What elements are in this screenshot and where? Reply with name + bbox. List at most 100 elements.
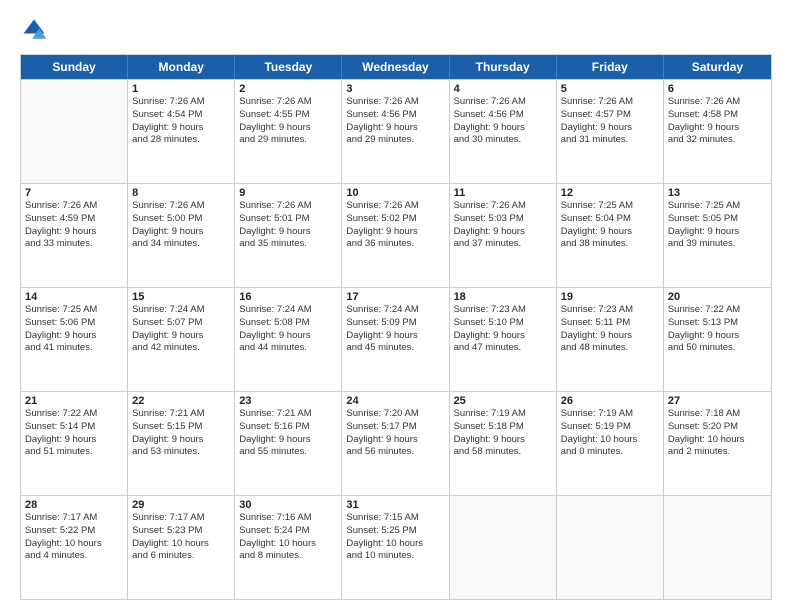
day-cell-5: 5Sunrise: 7:26 AMSunset: 4:57 PMDaylight… — [557, 80, 664, 183]
cell-info-line: Sunrise: 7:19 AM — [561, 408, 659, 421]
cell-info-line: Sunset: 5:02 PM — [346, 213, 444, 226]
cell-info-line: Daylight: 9 hours — [454, 226, 552, 239]
day-cell-13: 13Sunrise: 7:25 AMSunset: 5:05 PMDayligh… — [664, 184, 771, 287]
day-number: 5 — [561, 83, 659, 95]
cell-info-line: Daylight: 9 hours — [132, 330, 230, 343]
cell-info-line: and 8 minutes. — [239, 550, 337, 563]
cell-info-line: Sunset: 5:09 PM — [346, 317, 444, 330]
logo — [20, 16, 54, 44]
day-number: 14 — [25, 291, 123, 303]
cell-info-line: Sunrise: 7:21 AM — [239, 408, 337, 421]
cell-info-line: and 35 minutes. — [239, 238, 337, 251]
cell-info-line: Sunrise: 7:23 AM — [454, 304, 552, 317]
cell-info-line: Sunset: 5:22 PM — [25, 525, 123, 538]
cell-info-line: Sunrise: 7:15 AM — [346, 512, 444, 525]
day-cell-10: 10Sunrise: 7:26 AMSunset: 5:02 PMDayligh… — [342, 184, 449, 287]
calendar-row-0: 1Sunrise: 7:26 AMSunset: 4:54 PMDaylight… — [21, 79, 771, 183]
day-cell-18: 18Sunrise: 7:23 AMSunset: 5:10 PMDayligh… — [450, 288, 557, 391]
cell-info-line: Daylight: 10 hours — [346, 538, 444, 551]
day-cell-3: 3Sunrise: 7:26 AMSunset: 4:56 PMDaylight… — [342, 80, 449, 183]
cell-info-line: Daylight: 9 hours — [346, 122, 444, 135]
cell-info-line: and 10 minutes. — [346, 550, 444, 563]
cell-info-line: Sunrise: 7:24 AM — [132, 304, 230, 317]
calendar-body: 1Sunrise: 7:26 AMSunset: 4:54 PMDaylight… — [21, 79, 771, 599]
day-number: 20 — [668, 291, 767, 303]
day-cell-16: 16Sunrise: 7:24 AMSunset: 5:08 PMDayligh… — [235, 288, 342, 391]
cell-info-line: and 4 minutes. — [25, 550, 123, 563]
day-number: 23 — [239, 395, 337, 407]
cell-info-line: Sunrise: 7:26 AM — [132, 96, 230, 109]
cell-info-line: Daylight: 9 hours — [561, 330, 659, 343]
day-of-week-tuesday: Tuesday — [235, 55, 342, 79]
cell-info-line: Daylight: 9 hours — [668, 330, 767, 343]
cell-info-line: Sunset: 5:08 PM — [239, 317, 337, 330]
cell-info-line: Sunrise: 7:26 AM — [25, 200, 123, 213]
day-cell-8: 8Sunrise: 7:26 AMSunset: 5:00 PMDaylight… — [128, 184, 235, 287]
calendar-row-1: 7Sunrise: 7:26 AMSunset: 4:59 PMDaylight… — [21, 183, 771, 287]
cell-info-line: Daylight: 9 hours — [239, 434, 337, 447]
cell-info-line: Sunrise: 7:17 AM — [132, 512, 230, 525]
cell-info-line: Sunrise: 7:23 AM — [561, 304, 659, 317]
day-cell-23: 23Sunrise: 7:21 AMSunset: 5:16 PMDayligh… — [235, 392, 342, 495]
day-number: 21 — [25, 395, 123, 407]
cell-info-line: Daylight: 9 hours — [132, 122, 230, 135]
day-number: 29 — [132, 499, 230, 511]
cell-info-line: Sunset: 5:18 PM — [454, 421, 552, 434]
day-cell-15: 15Sunrise: 7:24 AMSunset: 5:07 PMDayligh… — [128, 288, 235, 391]
cell-info-line: Sunset: 4:57 PM — [561, 109, 659, 122]
day-number: 12 — [561, 187, 659, 199]
calendar-row-2: 14Sunrise: 7:25 AMSunset: 5:06 PMDayligh… — [21, 287, 771, 391]
cell-info-line: Daylight: 9 hours — [346, 434, 444, 447]
cell-info-line: and 53 minutes. — [132, 446, 230, 459]
day-number: 11 — [454, 187, 552, 199]
cell-info-line: Sunset: 5:20 PM — [668, 421, 767, 434]
cell-info-line: and 56 minutes. — [346, 446, 444, 459]
day-cell-28: 28Sunrise: 7:17 AMSunset: 5:22 PMDayligh… — [21, 496, 128, 599]
cell-info-line: Sunset: 5:16 PM — [239, 421, 337, 434]
day-number: 27 — [668, 395, 767, 407]
cell-info-line: Daylight: 9 hours — [346, 330, 444, 343]
cell-info-line: Daylight: 9 hours — [668, 226, 767, 239]
cell-info-line: Sunrise: 7:25 AM — [668, 200, 767, 213]
cell-info-line: Sunrise: 7:17 AM — [25, 512, 123, 525]
cell-info-line: Sunrise: 7:26 AM — [454, 96, 552, 109]
day-number: 16 — [239, 291, 337, 303]
cell-info-line: Daylight: 10 hours — [668, 434, 767, 447]
day-number: 6 — [668, 83, 767, 95]
cell-info-line: Sunrise: 7:26 AM — [239, 200, 337, 213]
day-cell-24: 24Sunrise: 7:20 AMSunset: 5:17 PMDayligh… — [342, 392, 449, 495]
cell-info-line: and 50 minutes. — [668, 342, 767, 355]
day-cell-14: 14Sunrise: 7:25 AMSunset: 5:06 PMDayligh… — [21, 288, 128, 391]
cell-info-line: Sunrise: 7:24 AM — [239, 304, 337, 317]
header — [20, 16, 772, 44]
cell-info-line: Sunrise: 7:25 AM — [561, 200, 659, 213]
day-number: 24 — [346, 395, 444, 407]
cell-info-line: Sunset: 4:58 PM — [668, 109, 767, 122]
cell-info-line: Sunset: 5:06 PM — [25, 317, 123, 330]
cell-info-line: and 39 minutes. — [668, 238, 767, 251]
cell-info-line: and 48 minutes. — [561, 342, 659, 355]
cell-info-line: and 30 minutes. — [454, 134, 552, 147]
calendar-header: SundayMondayTuesdayWednesdayThursdayFrid… — [21, 55, 771, 79]
cell-info-line: Sunset: 5:25 PM — [346, 525, 444, 538]
cell-info-line: Sunrise: 7:26 AM — [346, 96, 444, 109]
cell-info-line: Daylight: 9 hours — [25, 434, 123, 447]
day-number: 3 — [346, 83, 444, 95]
day-cell-11: 11Sunrise: 7:26 AMSunset: 5:03 PMDayligh… — [450, 184, 557, 287]
cell-info-line: Sunset: 5:13 PM — [668, 317, 767, 330]
cell-info-line: and 47 minutes. — [454, 342, 552, 355]
calendar: SundayMondayTuesdayWednesdayThursdayFrid… — [20, 54, 772, 600]
calendar-row-4: 28Sunrise: 7:17 AMSunset: 5:22 PMDayligh… — [21, 495, 771, 599]
day-number: 15 — [132, 291, 230, 303]
cell-info-line: Sunrise: 7:22 AM — [668, 304, 767, 317]
day-number: 9 — [239, 187, 337, 199]
day-cell-21: 21Sunrise: 7:22 AMSunset: 5:14 PMDayligh… — [21, 392, 128, 495]
cell-info-line: and 0 minutes. — [561, 446, 659, 459]
day-cell-27: 27Sunrise: 7:18 AMSunset: 5:20 PMDayligh… — [664, 392, 771, 495]
cell-info-line: and 51 minutes. — [25, 446, 123, 459]
day-number: 30 — [239, 499, 337, 511]
cell-info-line: and 55 minutes. — [239, 446, 337, 459]
cell-info-line: and 34 minutes. — [132, 238, 230, 251]
cell-info-line: and 33 minutes. — [25, 238, 123, 251]
cell-info-line: Daylight: 9 hours — [454, 122, 552, 135]
